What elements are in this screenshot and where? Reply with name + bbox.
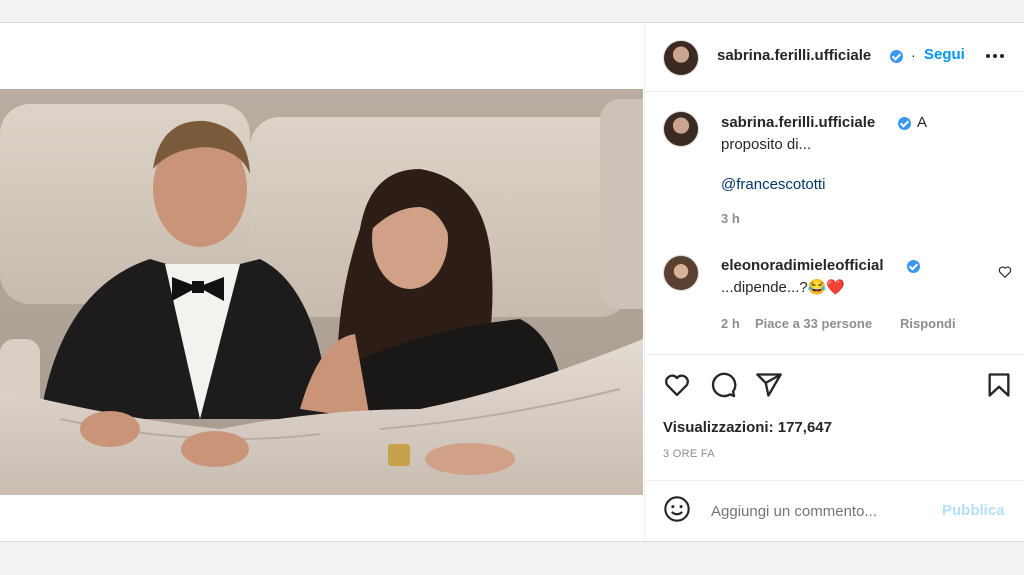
follow-button[interactable]: Segui: [924, 46, 965, 63]
comment-author-username[interactable]: eleonoradimieleofficial: [721, 257, 884, 274]
post-sidebar: sabrina.ferilli.ufficiale · Segui sabrin…: [644, 23, 1024, 541]
caption-author-username[interactable]: sabrina.ferilli.ufficiale: [721, 114, 875, 131]
comment-text: ...dipende...?😂❤️: [721, 279, 846, 296]
caption-verified-badge-icon: [898, 117, 911, 130]
bookmark-icon: [988, 373, 1010, 397]
comment-button[interactable]: [709, 371, 737, 399]
caption-mention-link[interactable]: @francescototti: [721, 176, 825, 193]
verified-badge-icon: [890, 50, 903, 63]
publish-button[interactable]: Pubblica: [942, 502, 1005, 519]
follow-separator: ·: [911, 47, 916, 63]
post-media: [0, 23, 643, 541]
comment-like-icon[interactable]: [998, 265, 1012, 284]
author-username[interactable]: sabrina.ferilli.ufficiale: [717, 47, 871, 64]
save-button[interactable]: [985, 371, 1013, 399]
comment-author-avatar[interactable]: [663, 255, 699, 291]
compose-divider: [645, 480, 1024, 481]
heart-icon: [665, 374, 689, 397]
comment-verified-badge-icon: [907, 260, 920, 273]
actions-divider: [645, 354, 1024, 355]
comment-likes-count[interactable]: Piace a 33 persone: [755, 316, 872, 331]
caption-author-avatar[interactable]: [663, 111, 699, 147]
comment-reply-button[interactable]: Rispondi: [900, 316, 956, 331]
caption-timestamp[interactable]: 3 h: [721, 211, 740, 226]
caption-text-line2: proposito di...: [721, 136, 812, 153]
emoji-icon: [664, 496, 690, 522]
post-time-ago[interactable]: 3 ORE FA: [663, 448, 715, 460]
video-still: [0, 89, 643, 495]
video-frame[interactable]: [0, 89, 643, 495]
more-dots-icon: [986, 54, 1004, 58]
send-icon: [756, 373, 782, 397]
comment-timestamp[interactable]: 2 h: [721, 316, 740, 331]
like-button[interactable]: [663, 371, 691, 399]
author-avatar[interactable]: [663, 40, 699, 76]
caption-text-line1: A: [917, 114, 928, 131]
instagram-post: sabrina.ferilli.ufficiale · Segui sabrin…: [0, 22, 1024, 542]
views-count[interactable]: Visualizzazioni: 177,647: [663, 419, 832, 436]
emoji-button[interactable]: [663, 495, 691, 528]
comment-input[interactable]: [709, 500, 943, 522]
post-header: sabrina.ferilli.ufficiale · Segui: [645, 23, 1024, 92]
small-heart-icon: [998, 266, 1012, 278]
comment-icon: [711, 372, 737, 398]
more-options-icon[interactable]: [985, 44, 1005, 70]
share-button[interactable]: [755, 371, 783, 399]
